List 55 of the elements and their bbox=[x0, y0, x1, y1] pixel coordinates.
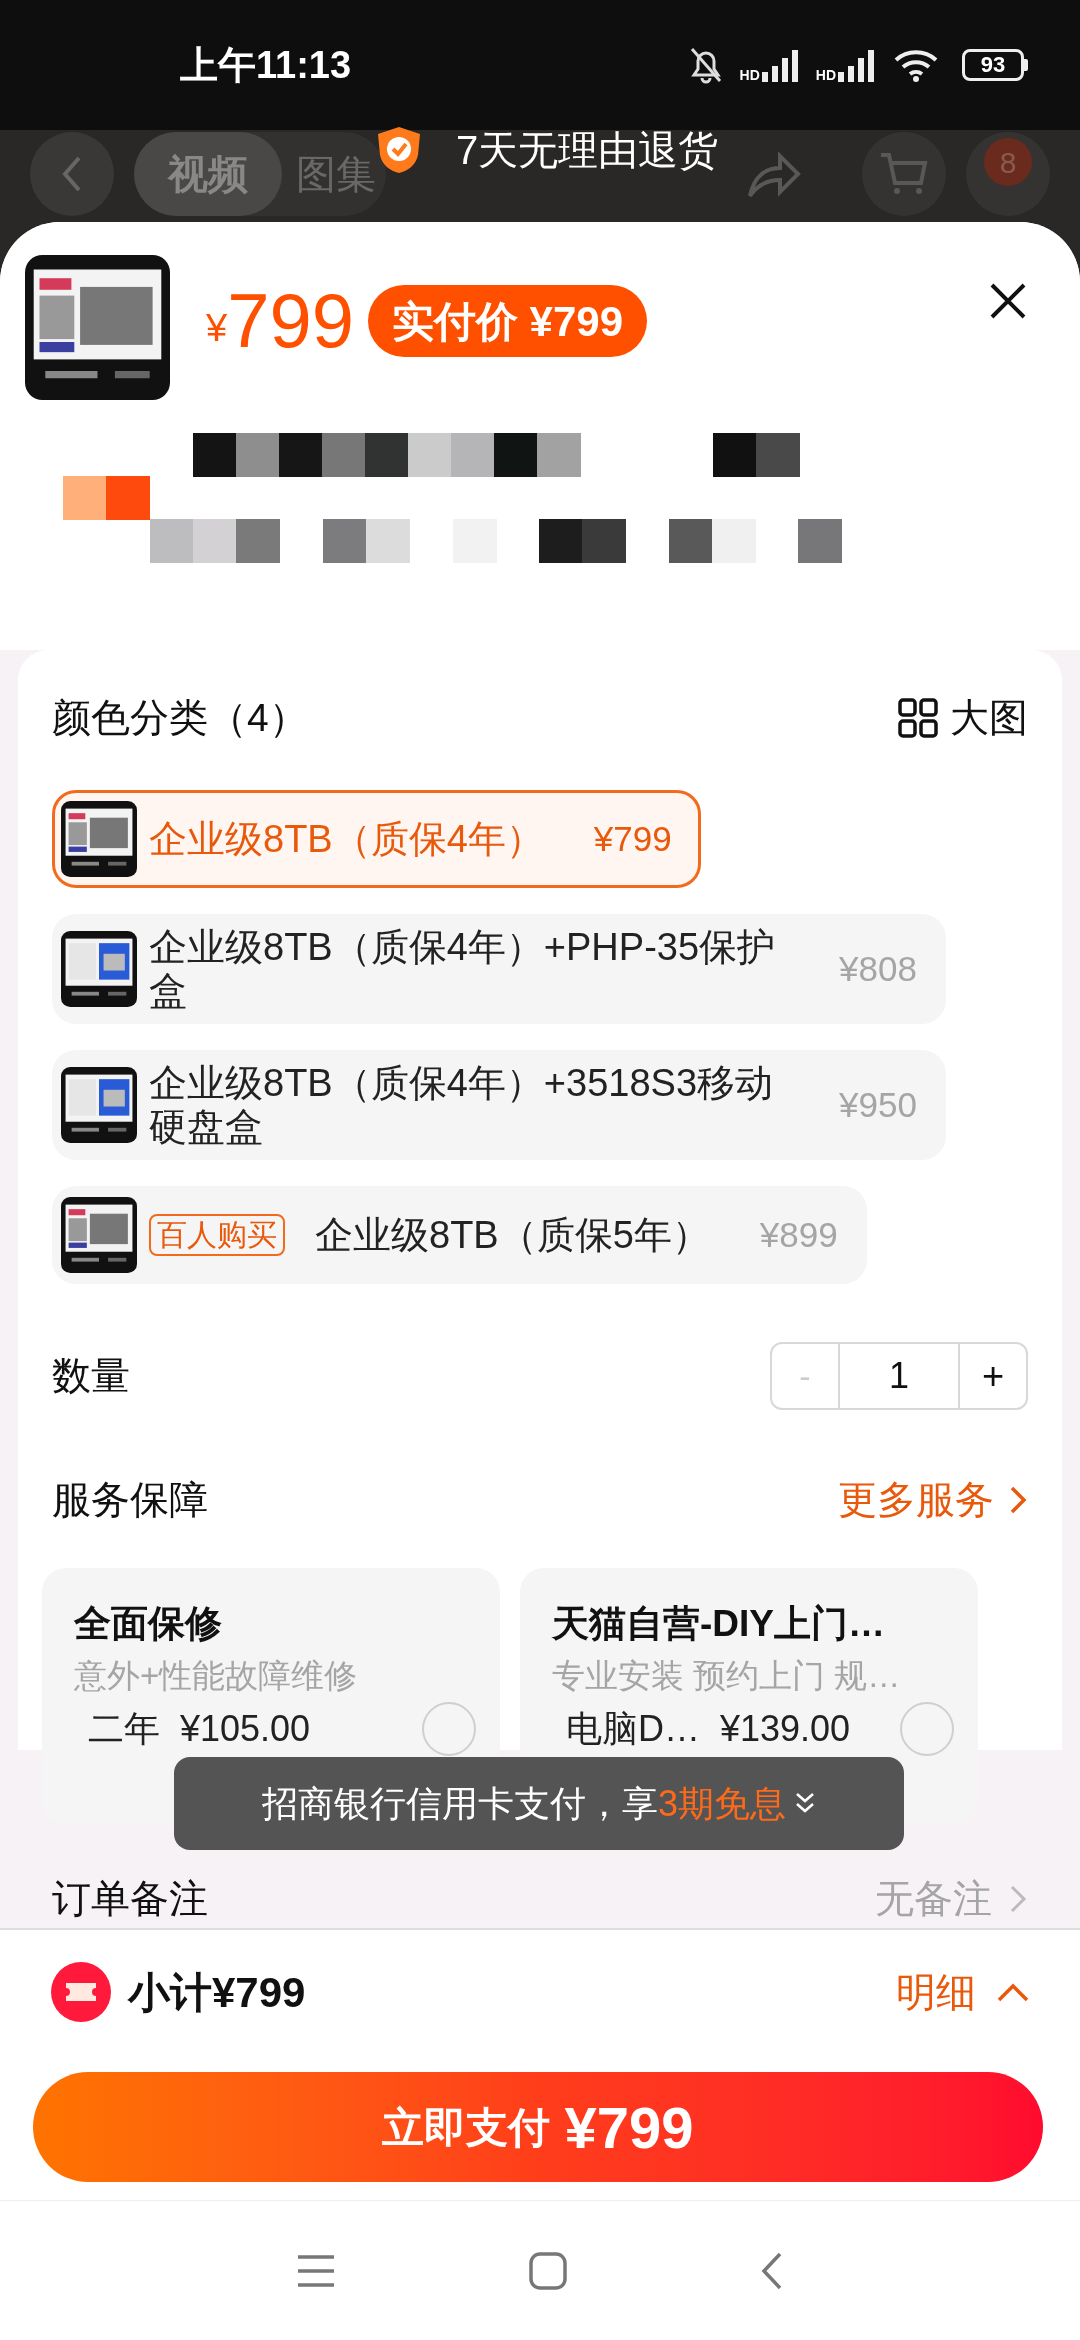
order-note-label: 订单备注 bbox=[52, 1877, 208, 1921]
chevron-up-icon bbox=[996, 1981, 1030, 2003]
large-view-button[interactable]: 大图 bbox=[898, 688, 1028, 748]
network-label: HD bbox=[815, 68, 836, 82]
option-chip[interactable]: 企业级8TB（质保4年）+PHP-35保护盒 ¥808 bbox=[52, 914, 946, 1024]
quantity-label: 数量 bbox=[52, 1352, 130, 1399]
menu-icon bbox=[296, 2252, 336, 2289]
option-price: ¥950 bbox=[838, 1083, 917, 1126]
return-policy-text: 7天无理由退货 bbox=[456, 127, 719, 174]
pay-price-badge: 实付价 ¥799 bbox=[367, 285, 648, 357]
quantity-field[interactable]: 1 bbox=[838, 1344, 960, 1408]
section-title: 服务保障 bbox=[52, 1476, 208, 1523]
network-label: HD bbox=[739, 68, 760, 82]
option-name: 企业级8TB（质保4年） bbox=[149, 817, 544, 861]
option-price: ¥808 bbox=[838, 947, 917, 990]
ticket-icon bbox=[50, 1961, 112, 2023]
service-title: 天猫自营-DIY上门… bbox=[552, 1602, 886, 1646]
service-description: 意外+性能故障维修 bbox=[74, 1656, 359, 1696]
back-button[interactable] bbox=[760, 2250, 784, 2291]
option-name: 企业级8TB（质保4年）+3518S3移动硬盘盒 bbox=[149, 1061, 775, 1149]
service-description: 专业安装 预约上门 规… bbox=[552, 1656, 902, 1696]
home-icon bbox=[528, 2250, 568, 2291]
more-services-link[interactable]: 更多服务 bbox=[838, 1470, 1028, 1530]
chevron-right-icon bbox=[1008, 1484, 1028, 1516]
increase-button[interactable]: + bbox=[960, 1344, 1026, 1408]
option-price: ¥899 bbox=[758, 1213, 838, 1256]
option-name: 企业级8TB（质保4年）+PHP-35保护盒 bbox=[149, 925, 777, 1013]
battery-indicator: 93 bbox=[962, 49, 1024, 81]
option-chip[interactable]: 百人购买 企业级8TB（质保5年） ¥899 bbox=[52, 1186, 867, 1284]
section-title: 颜色分类（4） bbox=[52, 694, 308, 741]
currency-symbol: ¥ bbox=[206, 306, 228, 351]
option-price: ¥799 bbox=[592, 817, 672, 860]
price-text: 799 bbox=[227, 283, 354, 359]
promo-toast[interactable]: 招商银行信用卡支付，享3期免息 bbox=[174, 1757, 904, 1850]
option-name: 企业级8TB（质保5年） bbox=[315, 1213, 710, 1257]
radio-button[interactable] bbox=[900, 1702, 954, 1756]
grid-icon bbox=[898, 698, 938, 738]
option-chip[interactable]: 企业级8TB（质保4年）+3518S3移动硬盘盒 ¥950 bbox=[52, 1050, 946, 1160]
service-price: ¥105.00 bbox=[180, 1707, 311, 1751]
back-icon bbox=[760, 2250, 784, 2291]
close-icon bbox=[988, 281, 1028, 321]
home-button[interactable] bbox=[528, 2250, 568, 2291]
service-title: 全面保修 bbox=[74, 1602, 223, 1646]
pay-now-button[interactable]: 立即支付 ¥799 bbox=[33, 2072, 1043, 2182]
details-button[interactable]: 明细 bbox=[896, 1962, 1030, 2022]
tag-label: 百人购买 bbox=[149, 1214, 285, 1256]
menu-button[interactable] bbox=[296, 2252, 336, 2289]
service-price: ¥139.00 bbox=[720, 1707, 851, 1751]
shield-check-icon bbox=[376, 125, 422, 175]
service-plan: 电脑D… bbox=[566, 1707, 700, 1751]
subtotal-text: 小计¥799 bbox=[128, 1967, 306, 2018]
status-time: 上午11:13 bbox=[180, 42, 352, 88]
service-plan: 二年 bbox=[88, 1707, 160, 1751]
chevron-right-icon bbox=[1008, 1883, 1028, 1915]
cart-icon bbox=[879, 151, 929, 197]
